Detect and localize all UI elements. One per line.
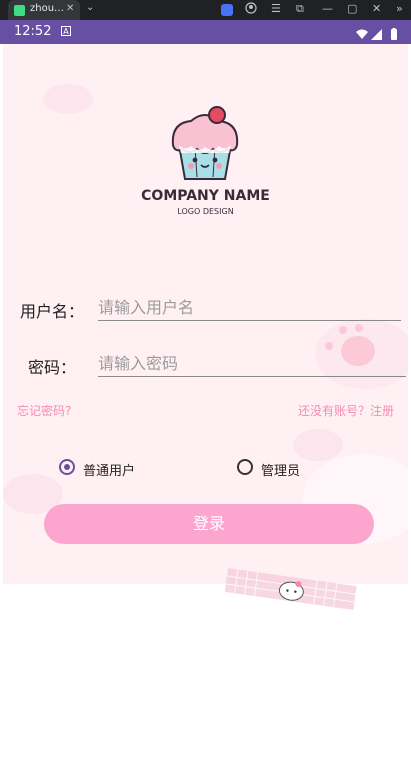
profile-icon[interactable] (245, 2, 257, 17)
cupcake-logo-icon (165, 105, 245, 187)
tab-close-icon[interactable]: ✕ (66, 3, 74, 14)
paw-decoration (355, 324, 363, 332)
company-name: COMPANY NAME (141, 188, 270, 204)
status-bar: 12:52 A (0, 20, 411, 44)
radio-normal-user-label[interactable]: 普通用户 (83, 460, 135, 479)
notification-icon: A (61, 26, 71, 36)
cloud-decoration (293, 429, 343, 461)
menu-icon[interactable]: ☰ (271, 2, 281, 15)
login-button[interactable]: 登录 (44, 504, 374, 544)
android-app-icon (14, 5, 25, 16)
signal-icon (371, 29, 382, 40)
radio-admin-label[interactable]: 管理员 (261, 460, 300, 479)
browser-tab[interactable]: zhou… ✕ (8, 0, 80, 20)
status-time: 12:52 (14, 24, 52, 39)
password-label: 密码： (28, 358, 77, 377)
paw-decoration (325, 342, 333, 350)
extension-icon[interactable] (221, 4, 233, 16)
username-label: 用户名： (20, 302, 85, 321)
maximize-icon[interactable]: ▢ (347, 2, 357, 15)
host-window-bar: zhou… ✕ ⌄ ☰ ⧉ — ▢ ✕ » (0, 0, 411, 20)
paw-decoration (339, 326, 347, 334)
radio-normal-user[interactable] (59, 459, 75, 475)
close-window-icon[interactable]: ✕ (372, 2, 381, 15)
tab-title: zhou… (30, 3, 65, 14)
overflow-icon[interactable]: » (396, 2, 403, 15)
wifi-icon (356, 29, 368, 39)
minimize-icon[interactable]: — (322, 2, 333, 15)
status-icons (355, 26, 401, 45)
logo-subtitle: LOGO DESIGN (177, 207, 234, 216)
cloud-decoration (43, 84, 93, 114)
window-copy-icon[interactable]: ⧉ (296, 2, 304, 16)
radio-admin[interactable] (237, 459, 253, 475)
password-input[interactable] (98, 350, 406, 377)
forgot-password-link[interactable]: 忘记密码? (17, 402, 71, 419)
username-input[interactable] (98, 294, 401, 321)
tab-list-chevron-icon[interactable]: ⌄ (86, 2, 94, 13)
app-screen: COMPANY NAME LOGO DESIGN 用户名： 密码： 忘记密码? … (3, 44, 408, 758)
register-link[interactable]: 还没有账号？注册 (298, 402, 394, 419)
battery-icon (391, 28, 397, 40)
